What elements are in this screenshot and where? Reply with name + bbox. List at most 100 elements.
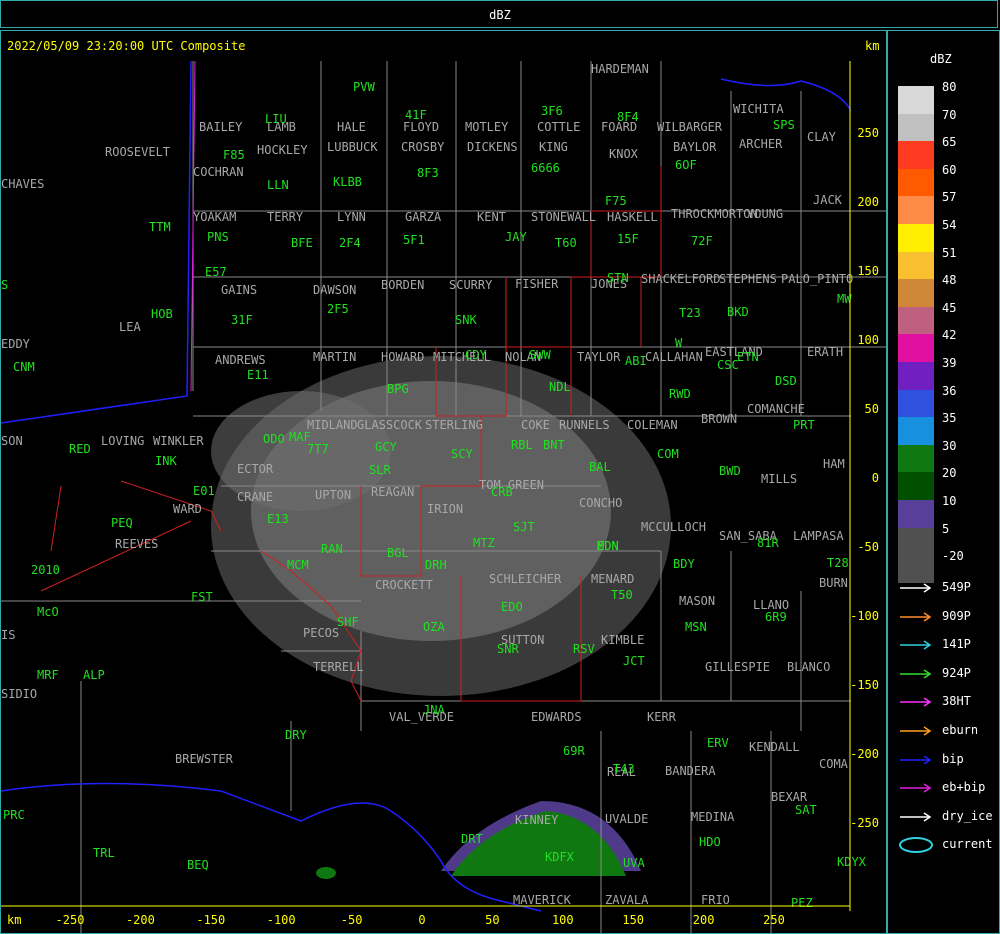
station-label: CDY xyxy=(465,348,487,362)
station-label: SHF xyxy=(337,615,359,629)
station-label: CNM xyxy=(13,360,35,374)
county-label: WICHITA xyxy=(733,102,784,116)
county-label: KENT xyxy=(477,210,506,224)
county-label: MASON xyxy=(679,594,715,608)
legend-swatch-label: -20 xyxy=(942,549,964,564)
station-label: KDYX xyxy=(837,855,867,869)
station-label: BPG xyxy=(387,382,409,396)
station-label: PNS xyxy=(207,230,229,244)
county-label: HARDEMAN xyxy=(591,62,649,76)
x-tick-label: 200 xyxy=(693,913,715,927)
station-label: S xyxy=(1,278,8,292)
county-label: THROCKMORTON xyxy=(671,207,758,221)
station-label: RSV xyxy=(573,642,595,656)
county-label: CROCKETT xyxy=(375,578,433,592)
legend-swatch xyxy=(898,555,934,584)
station-label: DRT xyxy=(461,832,483,846)
county-label: LEA xyxy=(119,320,141,334)
arrow-icon xyxy=(900,669,932,679)
x-tick-label: -200 xyxy=(126,913,155,927)
county-label: BEXAR xyxy=(771,790,808,804)
legend-swatch-label: 54 xyxy=(942,218,957,232)
county-label: GILLESPIE xyxy=(705,660,770,674)
county-label: ERATH xyxy=(807,345,843,359)
radar-map-panel[interactable]: BAILEY LAMB HALE FLOYD MOTLEY COTTLE FOARD WILB… xyxy=(0,30,887,934)
station-label: BDY xyxy=(673,557,695,571)
legend-swatch xyxy=(898,444,934,473)
county-label: SCURRY xyxy=(449,278,493,292)
county-label: KIMBLE xyxy=(601,633,644,647)
legend-line-key[interactable]: 924P xyxy=(898,666,998,682)
arrow-icon xyxy=(900,812,932,822)
station-label: 6R9 xyxy=(765,610,787,624)
legend-swatch-label: 57 xyxy=(942,190,957,205)
radar-map-canvas[interactable]: BAILEY LAMB HALE FLOYD MOTLEY COTTLE FOARD WILB… xyxy=(1,31,886,933)
y-tick-label: 150 xyxy=(857,264,879,278)
legend-line-key-label: 141P xyxy=(942,637,971,652)
x-axis-ticks: -250 -200 -150 -100 -50 0 50 100 150 200 250 xyxy=(56,913,785,927)
county-label: LUBBUCK xyxy=(327,140,378,154)
legend-swatch xyxy=(898,389,934,418)
legend-swatch-label: 45 xyxy=(942,300,957,315)
station-label: SPS xyxy=(773,118,795,132)
y-tick-label: 0 xyxy=(872,471,879,485)
county-label: WILBARGER xyxy=(657,120,723,134)
legend-swatch xyxy=(898,196,934,225)
legend-line-key[interactable]: 38HT xyxy=(898,694,998,710)
legend-line-key-label: 909P xyxy=(942,608,971,623)
station-label: 3F6 xyxy=(541,104,563,118)
station-label: SLR xyxy=(369,463,391,477)
legend-line-key[interactable]: eburn xyxy=(898,723,998,739)
county-label: RUNNELS xyxy=(559,418,610,432)
station-label: CRB xyxy=(491,485,513,499)
legend-line-key[interactable]: eb+bip xyxy=(898,780,998,796)
county-label: CALLAHAN xyxy=(645,350,703,364)
county-label: BURN xyxy=(819,576,848,590)
legend-line-key[interactable]: dry_ice xyxy=(898,809,998,825)
legend-swatch-label: 60 xyxy=(942,162,957,177)
county-label: WINKLER xyxy=(153,434,204,448)
county-label: CLAY xyxy=(807,130,837,144)
county-label: SON xyxy=(1,434,23,448)
station-label: 15F xyxy=(617,232,639,246)
legend-line-key[interactable]: 909P xyxy=(898,609,998,625)
county-label: WARD xyxy=(173,502,202,516)
county-label: CHAVES xyxy=(1,177,44,191)
station-label: 8F3 xyxy=(417,166,439,180)
legend-line-key[interactable]: bip xyxy=(898,752,998,768)
county-label: SIDIO xyxy=(1,687,37,701)
county-label: REAGAN xyxy=(371,485,414,499)
station-label: NDL xyxy=(549,380,571,394)
county-label: FRIO xyxy=(701,893,730,907)
station-label: 72F xyxy=(691,234,713,248)
station-label: 41F xyxy=(405,108,427,122)
station-label: SAT xyxy=(795,803,817,817)
station-label: EDN xyxy=(597,539,619,553)
arrow-icon xyxy=(900,583,932,593)
x-tick-label: 50 xyxy=(485,913,499,927)
county-label: IRION xyxy=(427,502,463,516)
county-label: BAILEY xyxy=(199,120,243,134)
county-label: MENARD xyxy=(591,572,634,586)
county-label: FLOYD xyxy=(403,120,439,134)
county-label: GAINS xyxy=(221,283,257,297)
legend-line-key[interactable]: 549P xyxy=(898,580,998,596)
county-label: MILLS xyxy=(761,472,797,486)
county-label: GARZA xyxy=(405,210,442,224)
county-label: COTTLE xyxy=(537,120,580,134)
legend-line-key[interactable]: 141P xyxy=(898,637,998,653)
legend-line-key[interactable]: current xyxy=(898,837,998,854)
county-label: COMANCHE xyxy=(747,402,805,416)
station-label: 5F1 xyxy=(403,233,425,247)
station-label: HDO xyxy=(699,835,721,849)
station-label: RED xyxy=(69,442,91,456)
county-label: HOCKLEY xyxy=(257,143,308,157)
arrow-icon xyxy=(900,611,932,622)
station-label: OZA xyxy=(423,620,445,634)
legend-line-key-label: eb+bip xyxy=(942,780,986,795)
arrow-icon xyxy=(900,783,932,793)
station-label: E13 xyxy=(267,512,289,526)
arrow-icon xyxy=(900,697,932,708)
county-label: UVALDE xyxy=(605,812,648,826)
county-label: KING xyxy=(539,140,568,154)
